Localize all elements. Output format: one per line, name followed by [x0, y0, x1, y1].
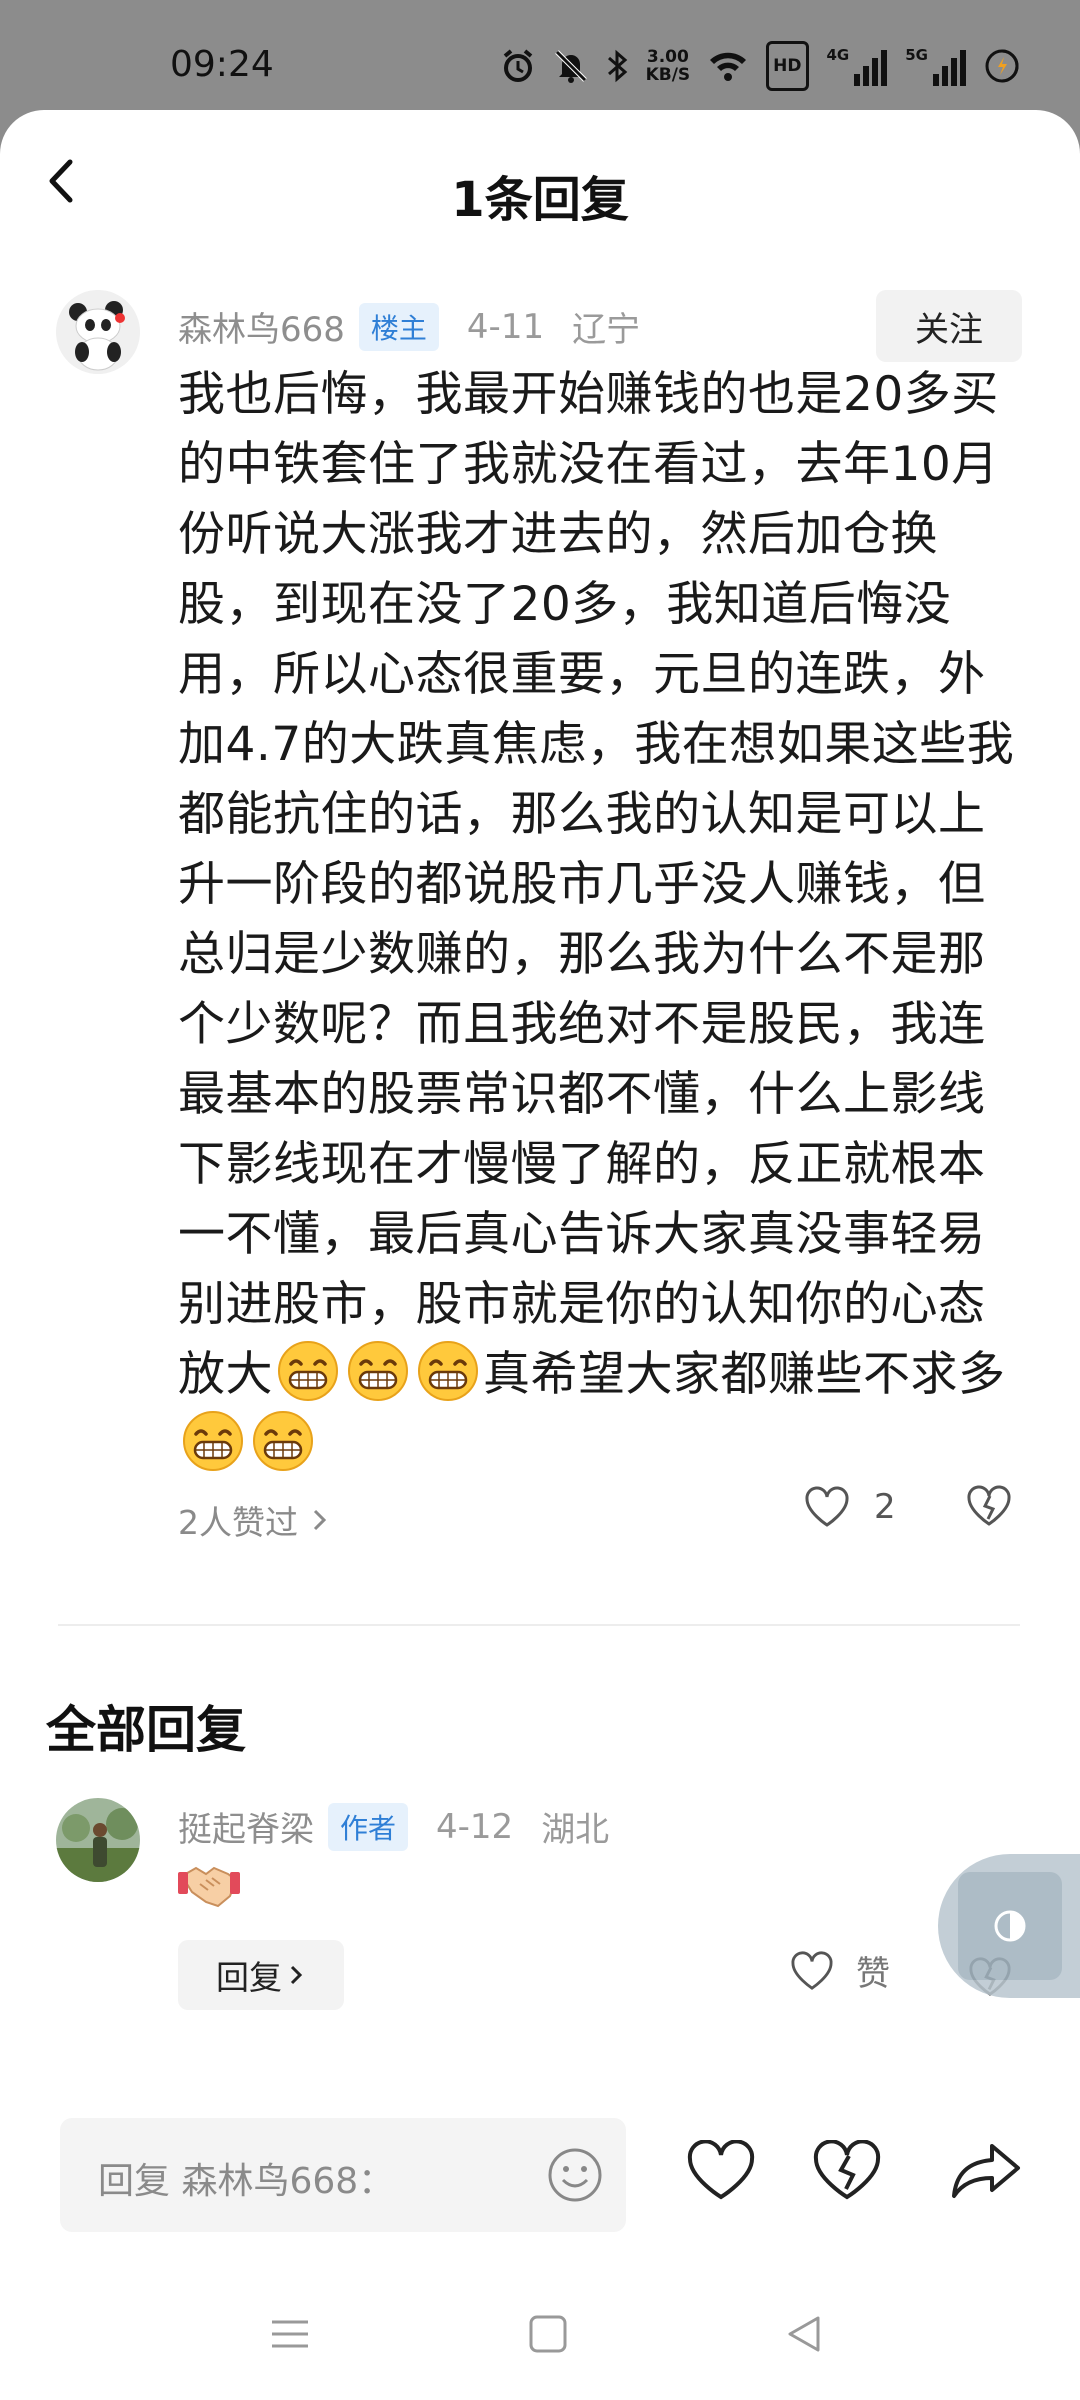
dislike-button[interactable]: [966, 1484, 1012, 1532]
reply-avatar[interactable]: [56, 1798, 140, 1882]
network-speed: 3.00 KB/S: [645, 47, 691, 85]
menu-nav-button[interactable]: [268, 2312, 312, 2360]
poster-badge: 楼主: [358, 302, 439, 351]
bluetooth-icon: [606, 46, 628, 86]
reply-button-label: 回复: [216, 1958, 282, 1997]
grin-emoji-icon: [348, 1341, 408, 1401]
wifi-icon: [708, 46, 748, 86]
bottom-dislike-button[interactable]: [812, 2139, 882, 2206]
heart-icon: [687, 2139, 755, 2200]
menu-icon: [272, 2320, 308, 2348]
author-name[interactable]: 森林鸟668: [178, 302, 345, 351]
heart-icon: [805, 1486, 849, 1527]
back-triangle-icon: [788, 2316, 820, 2352]
contrast-icon: [994, 1910, 1026, 1942]
smiley-icon: [548, 2148, 602, 2202]
follow-button[interactable]: 关注: [876, 290, 1022, 362]
grin-emoji-icon: [183, 1411, 243, 1471]
broken-heart-icon: [813, 2139, 881, 2200]
broken-heart-icon: [967, 1485, 1011, 1526]
reply-sheet: 1条回复 森林鸟668 楼主 4-11 辽宁 关注 我也后悔，我最开始赚钱的也是…: [0, 110, 1080, 2400]
panda-avatar-icon: [56, 290, 140, 374]
grin-emoji-icon: [278, 1341, 338, 1401]
emoji-button[interactable]: [546, 2146, 604, 2208]
status-bar: 09:24 3.00 KB/S HD 4G 5G: [0, 0, 1080, 110]
reply-meta: 挺起脊梁 作者 4-12 湖北: [178, 1802, 609, 1851]
home-square-icon: [529, 2315, 567, 2353]
handshake-emoji-icon: [178, 1866, 240, 1908]
chevron-right-icon: [313, 1509, 327, 1531]
comment-text-part2: 真希望大家都赚些不求多: [483, 1347, 1006, 1402]
person-photo-avatar-icon: [56, 1798, 140, 1882]
reply-content: [178, 1856, 240, 1916]
reply-region: 湖北: [541, 1810, 610, 1850]
system-nav-bar: [0, 2290, 1080, 2400]
hd-icon: HD: [766, 41, 809, 91]
like-button[interactable]: 2: [804, 1486, 896, 1528]
battery-icon: [984, 46, 1020, 86]
share-arrow-icon: [952, 2144, 1020, 2198]
signal-5g-icon: 5G: [905, 46, 966, 86]
likers-link[interactable]: 2人赞过: [178, 1496, 330, 1544]
page-title: 1条回复: [451, 172, 629, 228]
signal-4g-icon: 4G: [827, 46, 888, 86]
reply-input-placeholder: 回复 森林鸟668：: [98, 2161, 395, 2202]
reply-author-name[interactable]: 挺起脊梁: [178, 1802, 314, 1851]
status-icons: 3.00 KB/S HD 4G 5G: [500, 41, 1020, 91]
avatar[interactable]: [56, 290, 140, 374]
chevron-right-icon: [290, 1965, 303, 1985]
share-button[interactable]: [950, 2140, 1022, 2206]
comment-date: 4-11: [466, 306, 545, 347]
section-title: 全部回复: [46, 1701, 246, 1759]
heart-icon: [791, 1950, 833, 1990]
reply-like-label: 赞: [856, 1954, 890, 1994]
back-nav-button[interactable]: [782, 2312, 826, 2360]
comment-text-part1: 我也后悔，我最开始赚钱的也是20多买的中铁套住了我就没在看过，去年10月份听说大…: [178, 367, 1015, 1402]
mute-icon: [554, 46, 588, 86]
alarm-icon: [500, 46, 536, 86]
divider: [58, 1624, 1020, 1626]
floating-button-inner: [958, 1872, 1062, 1980]
grin-emoji-icon: [253, 1411, 313, 1471]
reply-date: 4-12: [436, 1806, 514, 1847]
reply-input[interactable]: 回复 森林鸟668：: [60, 2118, 626, 2232]
bottom-like-button[interactable]: [686, 2139, 756, 2206]
comment-meta: 森林鸟668 楼主 4-11 辽宁: [178, 302, 640, 351]
comment-text: 我也后悔，我最开始赚钱的也是20多买的中铁套住了我就没在看过，去年10月份听说大…: [178, 360, 1028, 1480]
author-badge: 作者: [328, 1802, 409, 1851]
like-count: 2: [874, 1487, 896, 1527]
reply-button[interactable]: 回复: [178, 1940, 344, 2010]
reply-like-button[interactable]: 赞: [790, 1946, 890, 1995]
likers-label: 2人赞过: [178, 1503, 298, 1542]
floating-assistant-button[interactable]: [938, 1854, 1080, 1998]
status-time: 09:24: [170, 44, 274, 85]
header: 1条回复: [0, 110, 1080, 270]
grin-emoji-icon: [418, 1341, 478, 1401]
home-nav-button[interactable]: [526, 2312, 570, 2360]
comment-region: 辽宁: [572, 310, 641, 350]
